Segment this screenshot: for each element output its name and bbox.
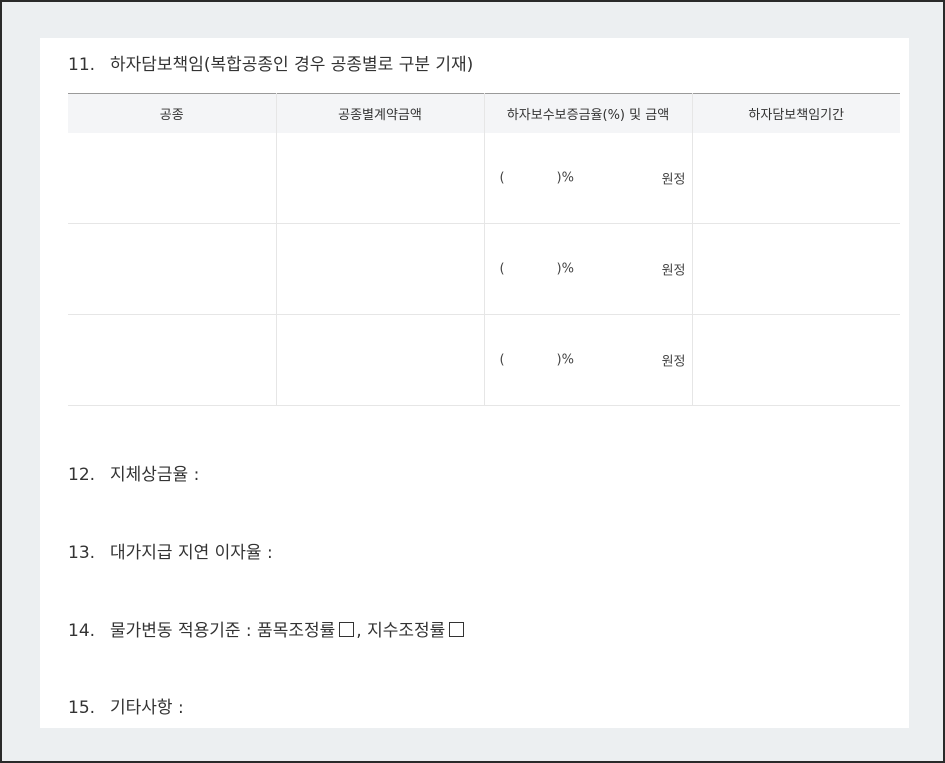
section-14-number: 14. [68,621,96,641]
section-13-label: 대가지급 지연 이자율 : [110,543,273,563]
section-14-label: 물가변동 적용기준 : 품목조정률 [110,621,336,641]
bond-rate-cell[interactable]: ( )% 원정 [484,133,693,224]
item-adjustment-checkbox-icon[interactable] [339,622,355,637]
section-15-heading: 15. 기타사항 : [68,693,184,718]
header-bond-rate: 하자보수보증금율(%) 및 금액 [484,93,693,133]
table-header-row: 공종 공종별계약금액 하자보수보증금율(%) 및 금액 하자담보책임기간 [68,93,900,133]
table-row: ( )% 원정 [68,133,900,224]
trade-cell[interactable] [68,314,277,406]
percent-suffix: )% [556,261,574,277]
paren-open: ( [499,352,505,368]
defect-warranty-table: 공종 공종별계약금액 하자보수보증금율(%) 및 금액 하자담보책임기간 ( )… [68,93,900,406]
section-11-title: 하자담보책임(복합공종인 경우 공종별로 구분 기재) [110,55,474,75]
trade-cell[interactable] [68,223,277,315]
amount-cell[interactable] [276,223,485,315]
header-contract-amount: 공종별계약금액 [276,93,485,133]
period-cell[interactable] [692,223,900,315]
header-warranty-period: 하자담보책임기간 [692,93,900,133]
table-row: ( )% 원정 [68,314,900,406]
amount-cell[interactable] [276,314,485,406]
trade-cell[interactable] [68,133,277,224]
won-suffix: 원정 [661,172,686,188]
section-12-number: 12. [68,465,96,485]
period-cell[interactable] [692,133,900,224]
won-suffix: 원정 [661,263,686,279]
document-sheet: 11. 하자담보책임(복합공종인 경우 공종별로 구분 기재) 공종 공종별계약금… [40,38,909,728]
section-13-heading: 13. 대가지급 지연 이자율 : [68,538,273,563]
header-trade: 공종 [68,93,277,133]
index-adjustment-checkbox-icon[interactable] [449,622,465,637]
section-15-number: 15. [68,698,96,718]
percent-suffix: )% [556,352,574,368]
section-14-heading: 14. 물가변동 적용기준 : 품목조정률, 지수조정률 [68,616,466,641]
section-14-separator: , [356,621,362,641]
period-cell[interactable] [692,314,900,406]
amount-cell[interactable] [276,133,485,224]
bond-rate-cell[interactable]: ( )% 원정 [484,314,693,406]
section-12-heading: 12. 지체상금율 : [68,460,199,485]
section-11-heading: 11. 하자담보책임(복합공종인 경우 공종별로 구분 기재) [68,50,473,75]
section-12-label: 지체상금율 : [110,465,200,485]
paren-open: ( [499,170,505,186]
section-11-number: 11. [68,55,96,75]
paren-open: ( [499,261,505,277]
section-14-label2: 지수조정률 [367,621,446,641]
section-13-number: 13. [68,543,96,563]
section-15-label: 기타사항 : [110,698,184,718]
won-suffix: 원정 [661,354,686,370]
window-frame: 11. 하자담보책임(복합공종인 경우 공종별로 구분 기재) 공종 공종별계약금… [0,0,945,763]
bond-rate-cell[interactable]: ( )% 원정 [484,223,693,315]
table-row: ( )% 원정 [68,223,900,315]
percent-suffix: )% [556,170,574,186]
